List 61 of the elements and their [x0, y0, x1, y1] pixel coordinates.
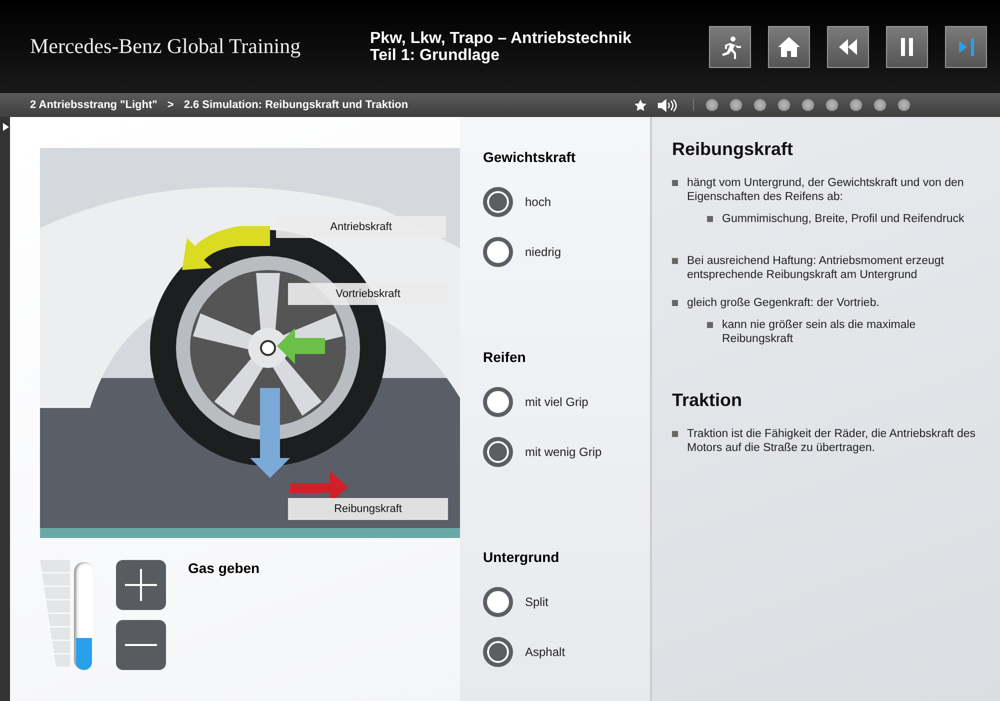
bullet-icon: [672, 431, 678, 437]
speaker-icon[interactable]: [657, 98, 677, 112]
page-dot[interactable]: [706, 99, 718, 111]
option-label[interactable]: hoch: [525, 195, 552, 209]
expand-arrow-icon[interactable]: [3, 123, 9, 131]
radio-button[interactable]: [483, 437, 513, 467]
force-label: Reibungskraft: [288, 498, 448, 520]
option-label[interactable]: Split: [525, 595, 548, 609]
pause-button[interactable]: [886, 26, 928, 68]
page-dot[interactable]: [778, 99, 790, 111]
brand-title: Mercedes-Benz Global Training: [29, 34, 302, 59]
exit-button[interactable]: [709, 26, 751, 68]
option-group-title: Untergrund: [483, 549, 560, 565]
page-dot[interactable]: [730, 99, 742, 111]
breadcrumb-chapter[interactable]: 2 Antriebsstrang "Light": [30, 99, 158, 111]
force-label: Vortriebskraft: [288, 283, 448, 305]
next-button[interactable]: [945, 26, 987, 68]
option-label[interactable]: niedrig: [525, 245, 562, 259]
minus-icon: [125, 644, 157, 646]
page-dot[interactable]: [898, 99, 910, 111]
page-dot[interactable]: [874, 99, 886, 111]
bullet-text: hängt vom Untergrund, der Gewichtskraft und von den Eigenschaften des Reifens ab:: [687, 177, 964, 203]
bullet-text: kann nie größer sein als die maximale Reibungskraft: [722, 318, 917, 346]
plus-icon: [125, 569, 157, 601]
radio-button[interactable]: [483, 587, 513, 617]
bullet-icon: [672, 300, 678, 306]
home-button[interactable]: [768, 26, 810, 68]
radio-button[interactable]: [483, 237, 513, 267]
bullet-text: gleich große Gegenkraft: der Vortrieb.: [687, 297, 880, 309]
increase-button[interactable]: [116, 560, 166, 610]
back-button[interactable]: [827, 26, 869, 68]
option-label[interactable]: Asphalt: [525, 645, 566, 659]
gas-label: Gas geben: [188, 560, 260, 576]
page-dot[interactable]: [826, 99, 838, 111]
bullet-icon: [707, 322, 713, 328]
bullet-icon: [707, 216, 713, 222]
option-label[interactable]: mit wenig Grip: [525, 445, 602, 459]
breadcrumb-separator: >: [167, 99, 174, 111]
page-dot[interactable]: [850, 99, 862, 111]
bullet-icon: [672, 180, 678, 186]
option-label[interactable]: mit viel Grip: [525, 395, 588, 409]
star-icon[interactable]: [634, 98, 647, 112]
bullet-text: Gummimischung, Breite, Profil und Reifendruck: [722, 212, 964, 226]
home-icon: [777, 34, 801, 58]
radio-button[interactable]: [483, 387, 513, 417]
force-label: Antriebskraft: [276, 216, 446, 238]
bullet-text: Bei ausreichend Haftung: Antriebsmoment erzeugt entsprechende Reibungskraft am Untergrund: [687, 255, 944, 281]
option-group-title: Reifen: [483, 349, 527, 365]
page-dot[interactable]: [754, 99, 766, 111]
bullet-text: Traktion ist die Fähigkeit der Räder, die Antriebskraft des Motors auf die Straße zu übertragen.: [687, 428, 976, 454]
course-subtitle: Teil 1: Grundlage: [370, 46, 500, 64]
page-dot[interactable]: [802, 99, 814, 111]
section-heading: Traktion: [672, 390, 744, 411]
breadcrumb-section: 2.6 Simulation: Reibungskraft und Traktion: [184, 99, 408, 111]
bullet-icon: [672, 258, 678, 264]
option-group-title: Gewichtskraft: [483, 149, 577, 165]
radio-button[interactable]: [483, 637, 513, 667]
decrease-button[interactable]: [116, 620, 166, 670]
section-heading: Reibungskraft: [672, 139, 794, 160]
radio-button[interactable]: [483, 187, 513, 217]
course-title: Pkw, Lkw, Trapo – Antriebstechnik: [370, 30, 632, 46]
